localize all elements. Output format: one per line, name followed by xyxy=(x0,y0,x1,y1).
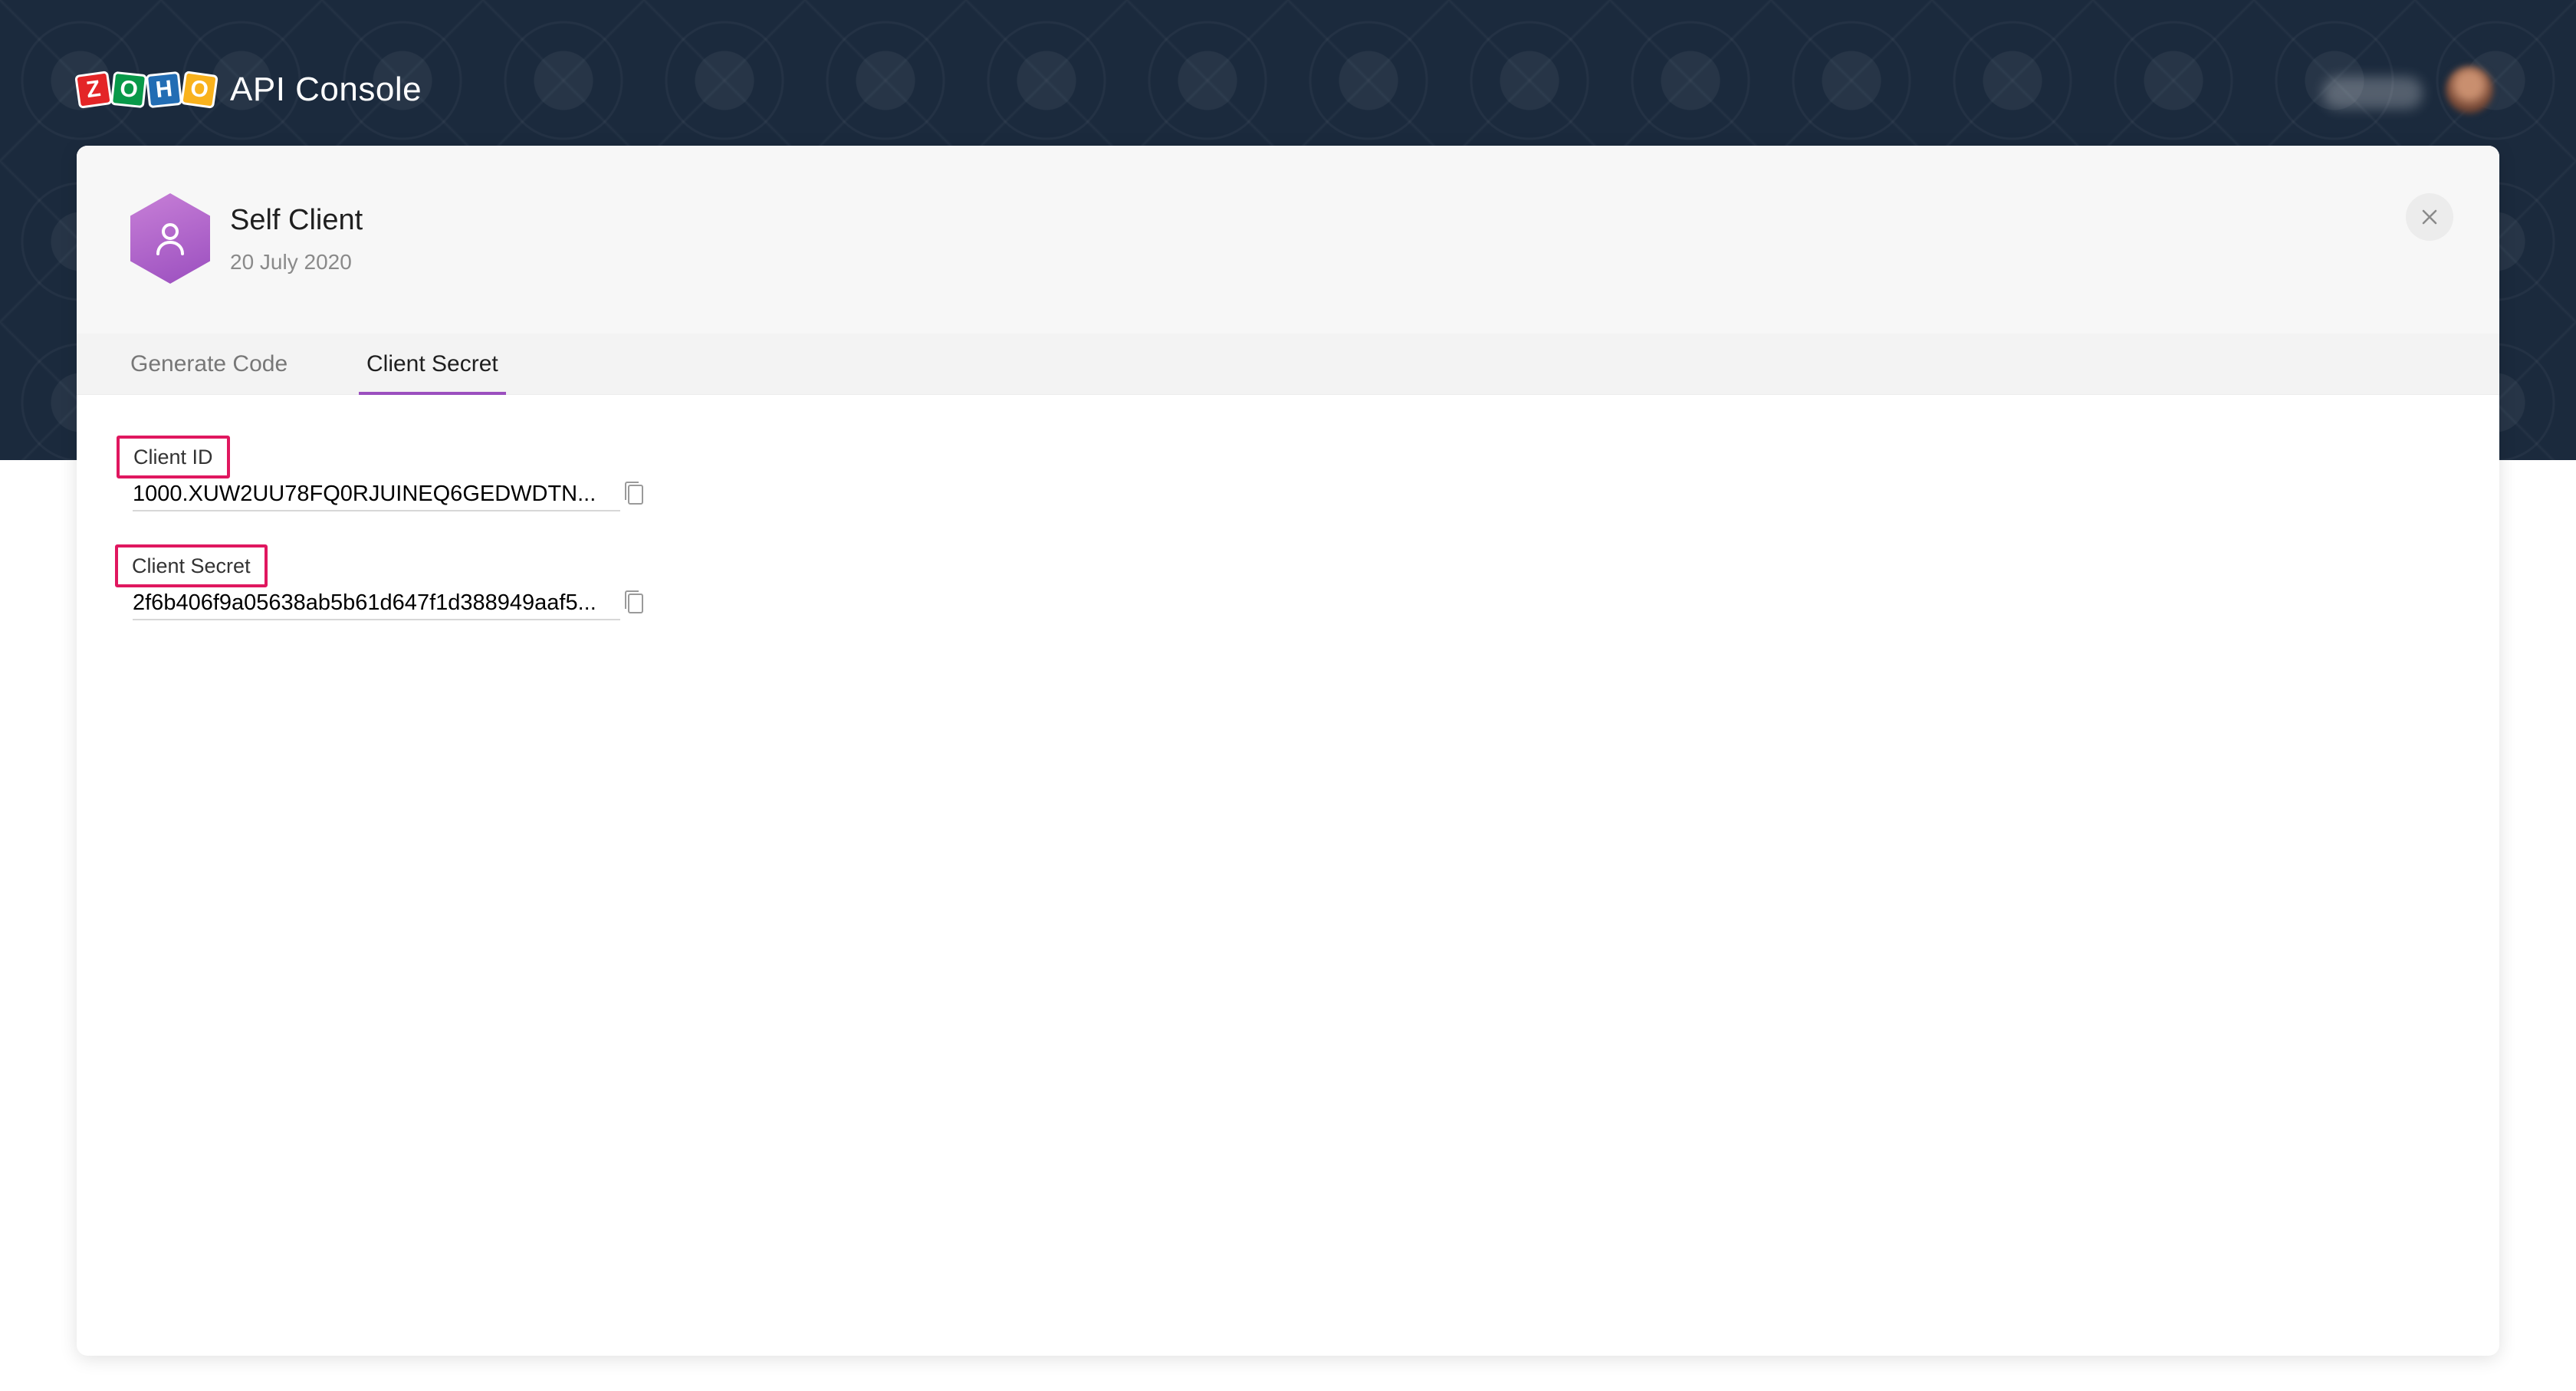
close-icon xyxy=(2422,209,2437,225)
copy-icon[interactable] xyxy=(623,589,646,615)
client-id-label: Client ID xyxy=(117,436,230,478)
user-icon xyxy=(130,193,210,284)
client-date: 20 July 2020 xyxy=(230,250,352,274)
avatar[interactable] xyxy=(2446,66,2493,113)
zoho-logo: Z O H O xyxy=(74,71,219,109)
tab-client-secret[interactable]: Client Secret xyxy=(359,334,506,395)
user-name-blurred[interactable] xyxy=(2323,77,2423,109)
logo-letter-o: O xyxy=(110,71,148,109)
brand[interactable]: Z O H O API Console xyxy=(74,71,422,109)
client-secret-value[interactable]: 2f6b406f9a05638ab5b61d647f1d388949aaf5..… xyxy=(133,590,620,620)
close-button[interactable] xyxy=(2406,193,2453,241)
client-name: Self Client xyxy=(230,204,363,236)
tab-bar: Generate Code Client Secret xyxy=(77,334,2499,395)
client-details-panel: Self Client 20 July 2020 Generate Code C… xyxy=(77,146,2499,1356)
logo-letter-z: Z xyxy=(74,71,113,109)
tab-generate-code[interactable]: Generate Code xyxy=(130,334,288,395)
copy-icon[interactable] xyxy=(623,480,646,506)
app-title: API Console xyxy=(230,71,422,108)
client-secret-label: Client Secret xyxy=(115,544,268,587)
logo-letter-o2: O xyxy=(180,71,219,109)
client-id-value[interactable]: 1000.XUW2UU78FQ0RJUINEQ6GEDWDTN... xyxy=(133,482,620,511)
logo-letter-h: H xyxy=(145,71,183,109)
